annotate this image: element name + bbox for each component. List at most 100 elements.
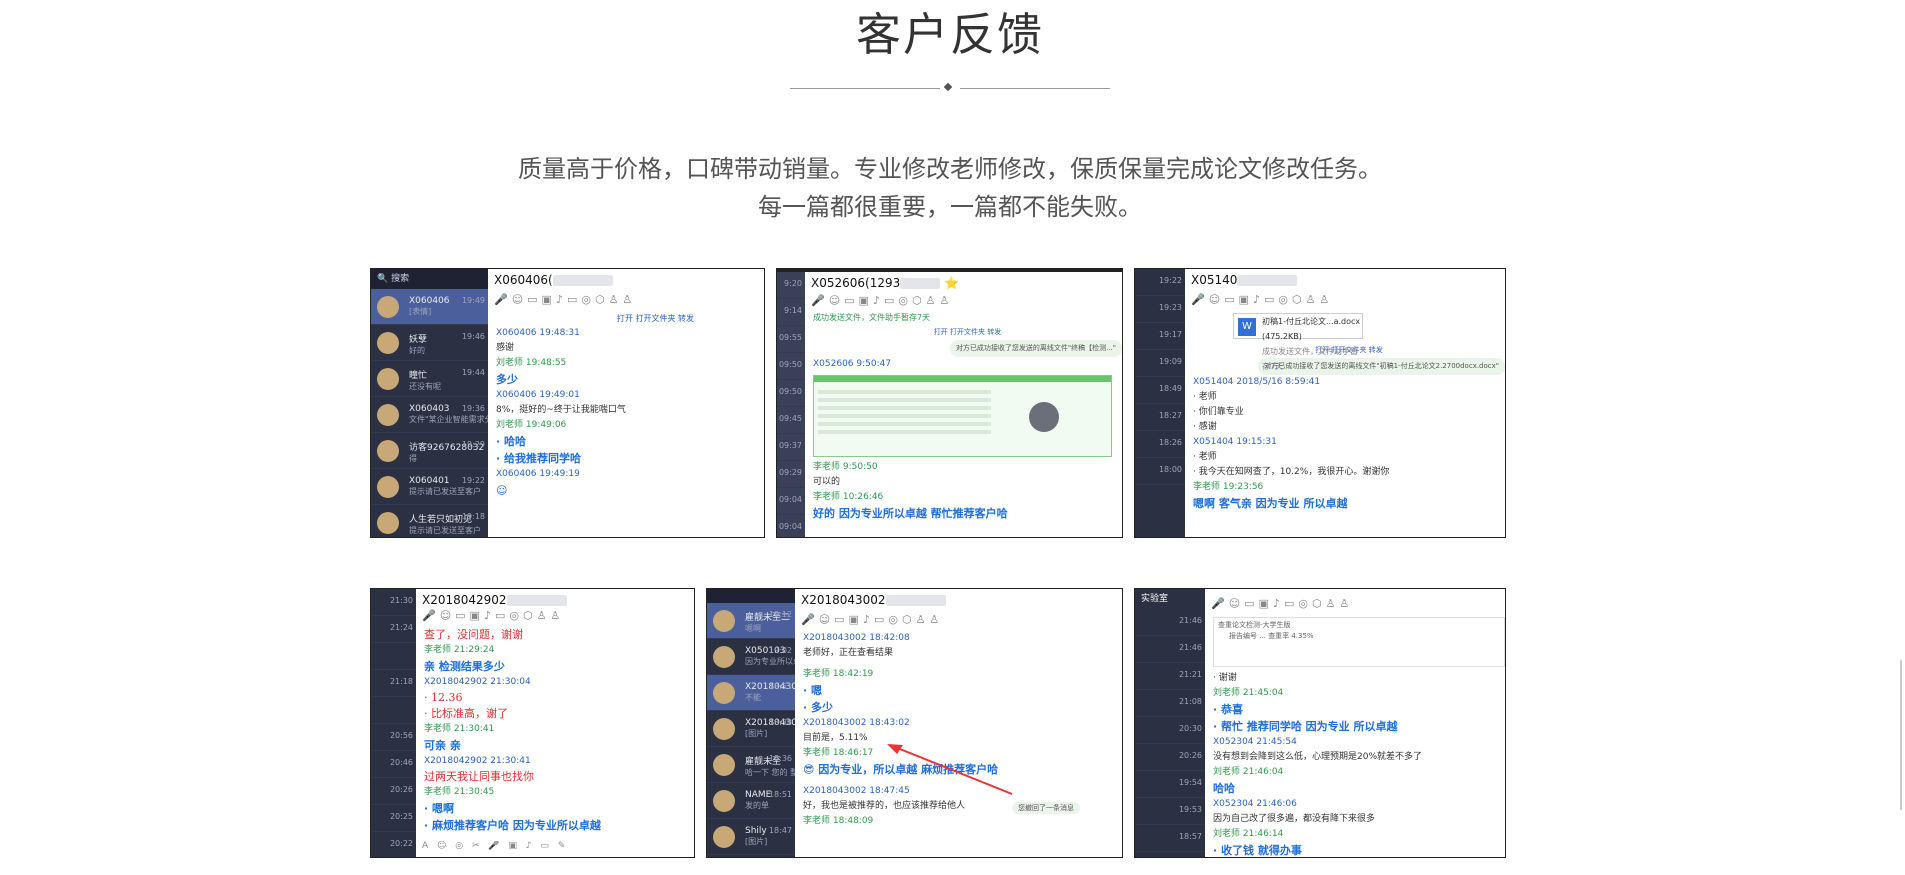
- contact-list-item[interactable]: 21:46: [1135, 636, 1205, 663]
- contact-time: 19:49: [461, 296, 485, 305]
- chat-toolbar: 🎤☺▭▣♪▭◎⬡♙♙: [801, 613, 944, 626]
- contact-time: 20:22: [389, 839, 413, 848]
- contact-list-item[interactable]: 21:46: [1135, 609, 1205, 636]
- contact-list-item[interactable]: X060401 提示请已发送至客户 19:22: [371, 469, 488, 505]
- contact-list-item[interactable]: 09:29: [777, 461, 805, 488]
- avatar: [713, 682, 735, 704]
- message-sender: X060406 19:49:19: [496, 469, 580, 479]
- contact-list-item[interactable]: [371, 697, 416, 724]
- contact-list-item[interactable]: 9:20: [777, 272, 805, 299]
- contact-time: 21:21: [1178, 670, 1202, 679]
- contact-list-item[interactable]: 18:27: [1135, 404, 1185, 431]
- contact-list-item[interactable]: 09:55: [777, 326, 805, 353]
- message-sender: X052304 21:46:06: [1213, 799, 1297, 809]
- chat-message: 亲 检测结果多少: [424, 660, 505, 673]
- message-sender: 李老师 21:29:24: [424, 645, 495, 655]
- chat-message: · 谢谢: [1213, 673, 1237, 683]
- contact-list-item[interactable]: 19:23: [1135, 296, 1185, 323]
- contact-time: 18:38: [768, 718, 792, 727]
- contact-list-item[interactable]: 21:24: [371, 616, 416, 643]
- contact-list-item[interactable]: 访客9267628032 得 19:29: [371, 433, 488, 469]
- contact-list-item[interactable]: [371, 643, 416, 670]
- chat-message: 8%，挺好的~终于让我能喘口气: [496, 405, 626, 415]
- chat-message: · 比标准高，谢了: [424, 707, 508, 720]
- contact-list-item[interactable]: 雇靓未至哈一下 您的 整理18:36: [707, 747, 795, 783]
- message-sender: X060406 19:49:01: [496, 390, 580, 400]
- contact-list-item[interactable]: 上善若水老一哈，没一哈17:55: [707, 855, 795, 857]
- contact-list-item[interactable]: X060403文件"某企业智能需求分析"19:36: [371, 397, 488, 433]
- contact-time: 18:27: [1158, 411, 1182, 420]
- chat-title: X052606(1293 ⭐: [811, 276, 960, 290]
- contact-list-item[interactable]: 19:53: [1135, 798, 1205, 825]
- contact-list-item[interactable]: 21:21: [1135, 663, 1205, 690]
- contact-list-item[interactable]: 19:22: [1135, 269, 1185, 296]
- contact-list-item[interactable]: 20:26: [1135, 744, 1205, 771]
- page-scrollbar[interactable]: [1900, 660, 1902, 810]
- contact-list-item[interactable]: 18:00: [1135, 458, 1185, 485]
- contact-list-item[interactable]: 09:37: [777, 434, 805, 461]
- contact-time: 9:20: [784, 279, 802, 288]
- contact-list-item[interactable]: 20:30: [1135, 717, 1205, 744]
- contact-list-item[interactable]: X050103因为专业所以卓越19:02: [707, 639, 795, 675]
- contact-list-item[interactable]: 18:49: [1135, 377, 1185, 404]
- chat-message: · 嗯: [803, 684, 823, 697]
- feedback-screenshot-6[interactable]: 实验室 21:46 21:46 21:21 21:08 20:30 20:26 19:54 1…: [1134, 588, 1506, 858]
- message-sender: 刘老师 21:46:14: [1213, 829, 1284, 839]
- contact-list-item[interactable]: 妖孽 好的 19:46: [371, 325, 488, 361]
- contact-list-item[interactable]: 21:30: [371, 589, 416, 616]
- contact-list-item[interactable]: 20:22: [371, 832, 416, 857]
- file-attachment[interactable]: W 初稿1-付丘北论文...a.docx (475.2KB) 成功发送文件，文件助手…: [1233, 313, 1363, 371]
- contact-time: 18:00: [1158, 465, 1182, 474]
- contact-list-item[interactable]: 09:45: [777, 407, 805, 434]
- feedback-screenshot-4[interactable]: 21:30 21:24 21:18 20:56 20:46 20:26 20:25 20:22…: [370, 588, 695, 858]
- contact-time: 09:50: [778, 360, 802, 369]
- contact-list-item[interactable]: 20:56: [371, 724, 416, 751]
- contact-time: 21:30: [389, 596, 413, 605]
- chat-message: · 恭喜: [1213, 703, 1244, 716]
- contact-list-item[interactable]: 09:50: [777, 353, 805, 380]
- contact-list-item[interactable]: 21:08: [1135, 690, 1205, 717]
- contact-list-item[interactable]: 20:26: [371, 778, 416, 805]
- contact-time: 19:09: [1158, 357, 1182, 366]
- avatar: [377, 368, 399, 390]
- contact-list-item[interactable]: 瞳忙 还没有呢 19:44: [371, 361, 488, 397]
- message-sender: 李老师 21:30:45: [424, 787, 495, 797]
- contact-list-item[interactable]: 雇靓未至二 嗯啊 19:12: [707, 603, 795, 639]
- contact-list-item[interactable]: NAME 发的单 18:51: [707, 783, 795, 819]
- contact-list-item[interactable]: X2018043002不能18:51: [707, 675, 795, 711]
- contact-list-item[interactable]: 09:04: [777, 515, 805, 537]
- contact-list-item[interactable]: 09:04: [777, 488, 805, 515]
- contact-list-item[interactable]: 9:14: [777, 299, 805, 326]
- contact-preview: 嗯啊: [745, 624, 761, 633]
- avatar: [713, 718, 735, 740]
- contact-list-item[interactable]: X2018043003[图片]18:38: [707, 711, 795, 747]
- contact-list-item[interactable]: 19:54: [1135, 771, 1205, 798]
- contact-list-item[interactable]: 18:26: [1135, 431, 1185, 458]
- message-sender: 刘老师 21:46:04: [1213, 767, 1284, 777]
- contact-list-item[interactable]: 20:46: [371, 751, 416, 778]
- contact-list-item[interactable]: 19:17: [1135, 323, 1185, 350]
- contact-preview: [图片]: [745, 729, 768, 738]
- contact-list-item[interactable]: 20:25: [371, 805, 416, 832]
- contact-time: 18:51: [768, 682, 792, 691]
- contact-list-item[interactable]: X060406 [表情] 19:49: [371, 289, 488, 325]
- contact-time: 21:24: [389, 623, 413, 632]
- feedback-screenshot-5[interactable]: 雇靓未至二嗯啊19:12X050103因为专业所以卓越19:02X2018043…: [706, 588, 1123, 858]
- contact-list-item[interactable]: 18:57: [1135, 825, 1205, 852]
- contact-preview: [图片]: [745, 837, 768, 846]
- avatar: [713, 646, 735, 668]
- contact-list-item[interactable]: 人生若只如初见 提示请已发送至客户 19:18: [371, 505, 488, 537]
- feedback-screenshot-2[interactable]: 9:20 9:14 09:55 09:50 09:50 09:45 09:37 09:29 09…: [776, 268, 1123, 538]
- feedback-screenshot-3[interactable]: 19:22 19:23 19:17 19:09 18:49 18:27 18:26 18:00…: [1134, 268, 1506, 538]
- contact-time: 19:18: [461, 512, 485, 521]
- contact-time: 21:46: [1178, 643, 1202, 652]
- chat-message: 可亲 亲: [424, 739, 461, 752]
- feedback-screenshot-1[interactable]: 🔍 搜索 X060406 [表情] 19:49 妖孽 好的 19:46 瞳忙 还没有呢 19:4…: [370, 268, 765, 538]
- contact-list-item[interactable]: Shily [图片] 18:47: [707, 819, 795, 855]
- contact-list-item[interactable]: 09:50: [777, 380, 805, 407]
- contact-list-item[interactable]: 21:18: [371, 670, 416, 697]
- contact-time: 9:14: [784, 306, 802, 315]
- contact-time: 09:29: [778, 468, 802, 477]
- chat-message: 老师好，正在查看结果: [803, 648, 894, 658]
- contact-list-item[interactable]: 19:09: [1135, 350, 1185, 377]
